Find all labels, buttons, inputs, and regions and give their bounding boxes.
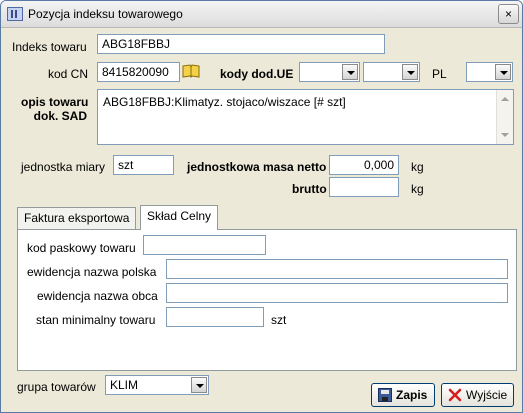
jm-input[interactable]: szt: [113, 155, 174, 175]
tab-faktura-eksportowa[interactable]: Faktura eksportowa: [17, 207, 137, 229]
brutto-unit: kg: [411, 182, 424, 196]
save-button[interactable]: Zapis: [371, 383, 435, 407]
scroll-up-icon[interactable]: [501, 97, 509, 101]
close-icon: ×: [504, 7, 512, 21]
opis-label-line1: opis towaru: [21, 95, 89, 109]
app-icon: [7, 7, 23, 21]
kodcn-label: kod CN: [48, 67, 89, 81]
save-button-label: Zapis: [396, 388, 428, 402]
jm-label: jednostka miary: [21, 160, 106, 174]
chevron-down-icon[interactable]: [342, 64, 358, 80]
pl-label: PL: [432, 67, 447, 81]
kody-combo-1[interactable]: [299, 62, 360, 82]
close-icon: [448, 388, 462, 402]
kody-combo-2[interactable]: [363, 62, 420, 82]
book-icon[interactable]: [182, 64, 200, 78]
kodcn-input[interactable]: 8415820090: [97, 62, 180, 82]
ew-polska-input[interactable]: [166, 259, 508, 279]
chevron-down-icon[interactable]: [402, 64, 418, 80]
kody-label: kody dod.UE: [220, 67, 294, 81]
stan-unit: szt: [271, 313, 287, 327]
ew-polska-label: ewidencja nazwa polska: [27, 265, 157, 279]
masa-netto-input[interactable]: 0,000: [329, 155, 399, 175]
exit-button[interactable]: Wyjście: [441, 383, 514, 407]
brutto-input[interactable]: [329, 177, 399, 197]
window-title: Pozycja indeksu towarowego: [28, 7, 183, 21]
brutto-label: brutto: [292, 182, 327, 196]
close-button[interactable]: ×: [498, 4, 519, 24]
ew-obca-label: ewidencja nazwa obca: [37, 289, 158, 303]
grupa-label: grupa towarów: [17, 380, 96, 394]
chevron-down-icon[interactable]: [191, 377, 207, 393]
opis-label-line2: dok. SAD: [33, 109, 87, 123]
title-bar[interactable]: Pozycja indeksu towarowego ×: [1, 1, 522, 28]
indeks-input[interactable]: ABG18FBBJ: [97, 34, 385, 54]
kod-paskowy-label: kod paskowy towaru: [27, 241, 136, 255]
stan-label: stan minimalny towaru: [36, 313, 156, 327]
scroll-down-icon[interactable]: [501, 133, 509, 137]
masa-netto-label: jednostkowa masa netto: [187, 160, 327, 174]
grupa-combo-value: KLIM: [110, 378, 139, 392]
exit-button-label: Wyjście: [466, 388, 508, 402]
opis-text: ABG18FBBJ:Klimatyz. stojaco/wiszace [# s…: [103, 95, 346, 109]
dialog-window: Pozycja indeksu towarowego × Indeks towa…: [0, 0, 523, 413]
chevron-down-icon[interactable]: [495, 64, 511, 80]
opis-scrollbar[interactable]: [496, 90, 513, 144]
opis-textarea[interactable]: ABG18FBBJ:Klimatyz. stojaco/wiszace [# s…: [97, 89, 514, 145]
ew-obca-input[interactable]: [166, 283, 508, 303]
grupa-combo[interactable]: KLIM: [105, 375, 209, 395]
save-icon: [378, 388, 392, 402]
tab-sklad-celny[interactable]: Skład Celny: [140, 205, 219, 230]
stan-input[interactable]: [166, 307, 264, 327]
pl-combo[interactable]: [466, 62, 513, 82]
kod-paskowy-input[interactable]: [143, 235, 266, 255]
masa-netto-unit: kg: [411, 160, 424, 174]
indeks-label: Indeks towaru: [12, 40, 87, 54]
